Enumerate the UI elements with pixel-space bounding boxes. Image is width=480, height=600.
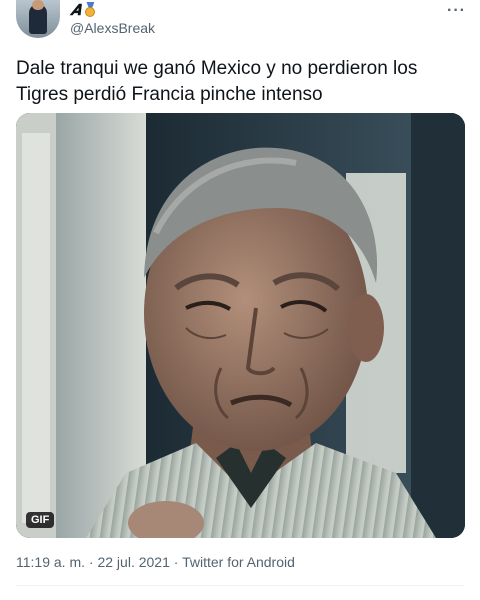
medal-icon (84, 2, 96, 18)
tweet-source[interactable]: Twitter for Android (182, 554, 295, 570)
more-horizontal-icon[interactable]: ··· (447, 2, 466, 20)
meta-separator: · (85, 554, 98, 570)
tweet-meta: 11:19 a. m. · 22 jul. 2021 · Twitter for… (16, 554, 295, 570)
tweet-date[interactable]: 22 jul. 2021 (97, 554, 169, 570)
avatar[interactable] (16, 0, 60, 38)
meta-separator: · (169, 554, 183, 570)
gif-badge: GIF (26, 512, 55, 528)
display-name[interactable]: 𝑨 (70, 2, 80, 19)
divider (16, 585, 464, 586)
author-row: 𝑨 (70, 0, 96, 20)
tweet-media-gif[interactable]: GIF (16, 113, 465, 538)
tweet-text: Dale tranqui we ganó Mexico y no perdier… (16, 58, 418, 105)
user-handle[interactable]: @AlexsBreak (70, 20, 155, 36)
tweet-time[interactable]: 11:19 a. m. (16, 554, 85, 570)
gif-frame-image (16, 113, 465, 538)
